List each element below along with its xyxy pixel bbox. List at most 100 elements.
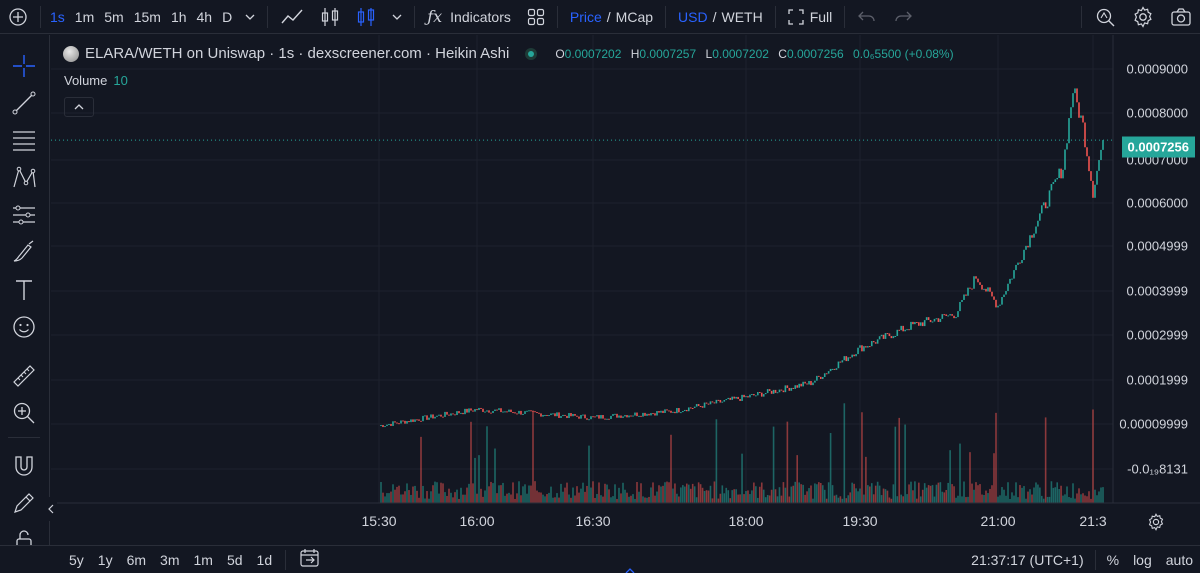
candle [961, 299, 963, 302]
volume-bar [993, 453, 995, 503]
candle [916, 322, 918, 324]
pattern-tool[interactable] [9, 163, 39, 193]
candle [1039, 213, 1041, 221]
volume-bar [979, 484, 981, 503]
chart-type-dropdown[interactable] [384, 0, 410, 34]
volume-bar [713, 481, 716, 503]
volume-bar [546, 494, 548, 503]
auto-scale-toggle[interactable]: auto [1159, 552, 1200, 568]
hide-toolbar-button[interactable] [45, 497, 57, 521]
stay-in-drawing-tool[interactable] [9, 488, 39, 518]
range-1y[interactable]: 1y [91, 552, 120, 568]
trend-line-tool[interactable] [9, 88, 39, 118]
snapshot-button[interactable] [1162, 0, 1200, 34]
emoji-tool[interactable] [9, 312, 39, 342]
currency-toggle[interactable]: USD / WETH [670, 0, 771, 34]
heikin-ashi-button[interactable] [348, 0, 384, 34]
candle [1031, 235, 1033, 238]
chevron-up-icon [625, 567, 635, 573]
candle [510, 409, 512, 413]
brush-tool[interactable] [9, 237, 39, 267]
candle [512, 412, 514, 414]
magnet-tool[interactable] [9, 451, 39, 481]
volume-bar [450, 492, 452, 503]
symbol-title[interactable]: ELARA/WETH on Uniswap · 1s · dexscreener… [85, 45, 509, 62]
volume-bar [452, 497, 454, 503]
zoom-in-tool[interactable] [9, 398, 39, 428]
interval-1h[interactable]: 1h [166, 0, 192, 34]
candle [468, 408, 470, 413]
low-value: 0.0007202 [712, 46, 769, 61]
volume-bar [835, 494, 838, 503]
candle [628, 415, 630, 418]
undo-button[interactable] [849, 0, 885, 34]
layout-grid-button[interactable] [519, 0, 553, 34]
mcap-option[interactable]: MCap [616, 9, 653, 25]
interval-dropdown[interactable] [237, 0, 263, 34]
interval-1s[interactable]: 1s [45, 0, 70, 34]
price-option[interactable]: Price [570, 9, 602, 25]
candle [931, 321, 934, 323]
volume-bar [812, 498, 814, 503]
axis-settings-button[interactable] [1147, 513, 1165, 536]
candle [1072, 93, 1074, 108]
range-5y[interactable]: 5y [62, 552, 91, 568]
range-3m[interactable]: 3m [153, 552, 186, 568]
volume-bar [676, 493, 678, 503]
candle-chart-type-button[interactable] [312, 0, 348, 34]
range-1m[interactable]: 1m [187, 552, 220, 568]
volume-bar [985, 490, 987, 503]
volume-bar [422, 485, 424, 503]
candle [602, 415, 604, 419]
usd-option[interactable]: USD [678, 9, 708, 25]
interval-5m[interactable]: 5m [99, 0, 128, 34]
crosshair-tool[interactable] [9, 51, 39, 81]
interval-d[interactable]: D [217, 0, 237, 34]
candle [719, 399, 722, 403]
volume-bar [757, 497, 759, 503]
candle [486, 410, 488, 412]
volume-bar [568, 494, 570, 503]
volume-bar [925, 487, 928, 503]
range-6m[interactable]: 6m [120, 552, 153, 568]
text-tool[interactable] [9, 275, 39, 305]
drawing-toolbar [0, 35, 50, 551]
interval-15m[interactable]: 15m [129, 0, 166, 34]
candle [697, 404, 700, 406]
line-chart-type-button[interactable] [272, 0, 312, 34]
candle [912, 321, 914, 325]
quick-search-button[interactable] [1086, 0, 1124, 34]
measure-tool[interactable] [9, 361, 39, 391]
price-chart-canvas[interactable] [51, 35, 1200, 545]
volume-bar [382, 492, 384, 503]
interval-1m[interactable]: 1m [70, 0, 99, 34]
add-symbol-button[interactable] [0, 0, 36, 34]
volume-bar [1007, 482, 1009, 503]
candle [570, 413, 572, 417]
range-5d[interactable]: 5d [220, 552, 250, 568]
goto-date-button[interactable] [292, 548, 328, 571]
projection-tool[interactable] [9, 200, 39, 230]
weth-option[interactable]: WETH [721, 9, 762, 25]
chart-pane[interactable]: ELARA/WETH on Uniswap · 1s · dexscreener… [45, 35, 1200, 545]
fib-tool[interactable] [9, 125, 39, 155]
clock-timezone[interactable]: 21:37:17 (UTC+1) [964, 552, 1090, 568]
volume-bar [703, 490, 706, 503]
close-value: 0.0007256 [786, 46, 844, 61]
candle [741, 394, 743, 401]
collapse-legend-button[interactable] [64, 97, 94, 117]
settings-button[interactable] [1124, 0, 1162, 34]
candle [705, 402, 708, 404]
fullscreen-button[interactable]: Full [780, 0, 841, 34]
redo-button[interactable] [885, 0, 921, 34]
candle [526, 410, 528, 412]
range-1d[interactable]: 1d [250, 552, 280, 568]
line-chart-icon [281, 9, 303, 23]
log-scale-toggle[interactable]: log [1126, 552, 1159, 568]
candle [424, 415, 426, 417]
interval-4h[interactable]: 4h [192, 0, 218, 34]
indicators-button[interactable]: ƒx Indicators [419, 0, 519, 34]
percent-scale-toggle[interactable]: % [1100, 552, 1126, 568]
volume-bar [662, 485, 664, 503]
price-mcap-toggle[interactable]: Price / MCap [562, 0, 661, 34]
